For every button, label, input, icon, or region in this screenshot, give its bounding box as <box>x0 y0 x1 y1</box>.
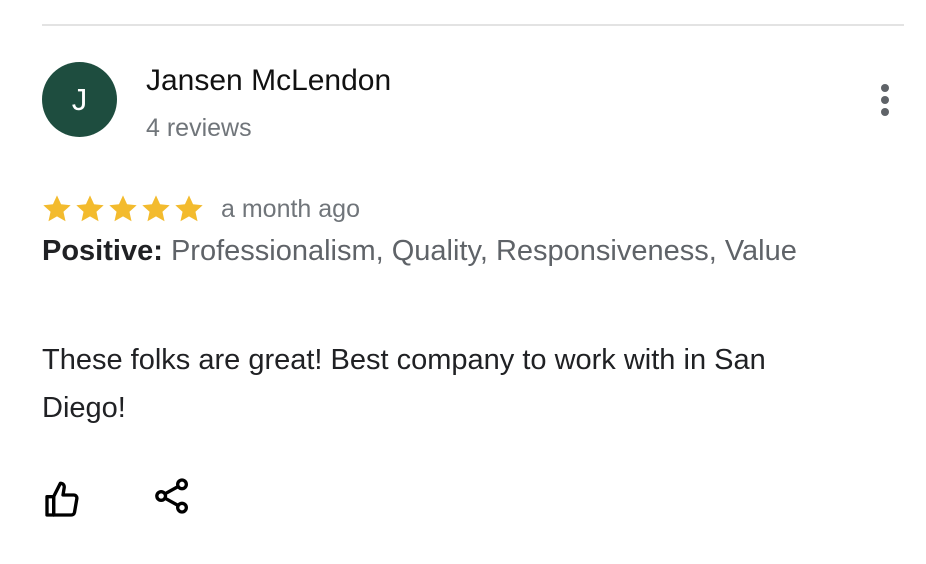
more-options-button[interactable] <box>868 80 902 120</box>
top-divider <box>42 24 904 26</box>
star-icon <box>109 195 137 222</box>
star-icon <box>76 195 104 222</box>
thumbs-up-icon <box>45 481 79 517</box>
star-icon <box>142 195 170 222</box>
more-vertical-icon <box>881 84 889 116</box>
star-icon <box>43 195 71 222</box>
share-icon <box>155 478 188 514</box>
avatar-initial: J <box>71 81 88 117</box>
share-button[interactable] <box>148 472 196 520</box>
highlights-values: Professionalism, Quality, Responsiveness… <box>170 235 797 267</box>
avatar[interactable]: J <box>42 62 117 137</box>
author-review-count: 4 reviews <box>146 114 252 142</box>
rating-row: a month ago <box>41 191 360 227</box>
author-name[interactable]: Jansen McLendon <box>146 64 391 98</box>
review-text: These folks are great! Best company to w… <box>42 344 766 424</box>
star-icon <box>175 195 203 222</box>
highlights-label: Positive: <box>42 235 163 267</box>
star-rating <box>41 193 206 225</box>
review-highlights: Positive: Professionalism, Quality, Resp… <box>42 232 842 270</box>
review-date: a month ago <box>221 194 360 223</box>
like-button[interactable] <box>38 476 86 524</box>
